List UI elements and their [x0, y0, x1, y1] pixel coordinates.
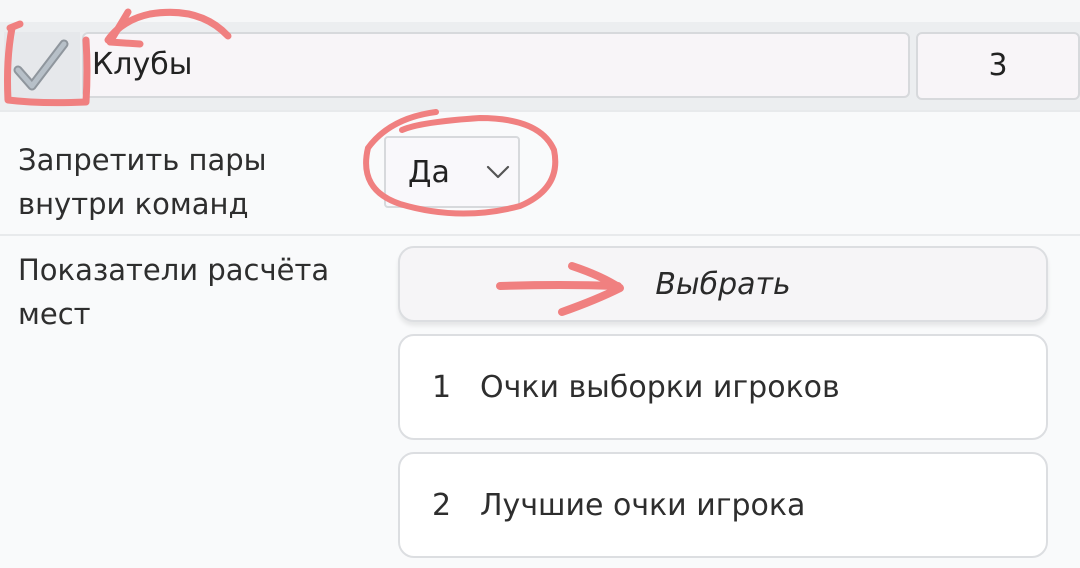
list-item-text: Лучшие очки игрока: [480, 488, 806, 523]
list-item-text: Очки выборки игроков: [480, 370, 840, 405]
clubs-title-field[interactable]: Клубы: [82, 32, 910, 98]
clubs-count-field[interactable]: 3: [916, 32, 1080, 100]
clubs-checkbox[interactable]: [4, 32, 80, 100]
ranking-list-item[interactable]: 1 Очки выборки игроков: [398, 334, 1048, 440]
chevron-down-icon: [486, 165, 510, 179]
list-item-index: 2: [432, 488, 452, 523]
forbid-pairs-label: Запретить пары внутри команд: [18, 143, 267, 221]
list-item-index: 1: [432, 370, 452, 405]
ranking-indicators-label: Показатели расчёта мест: [18, 253, 330, 331]
row-divider: [0, 110, 1080, 112]
ranking-list-item[interactable]: 2 Лучшие очки игрока: [398, 452, 1048, 558]
choose-button[interactable]: Выбрать: [398, 246, 1048, 322]
row-divider: [0, 234, 1080, 236]
settings-panel: Клубы 3 Запретить пары внутри команд Да …: [0, 0, 1080, 568]
checkmark-icon: [13, 39, 69, 91]
forbid-pairs-select-value: Да: [408, 155, 450, 190]
top-band: [0, 0, 1080, 22]
forbid-pairs-select[interactable]: Да: [384, 136, 520, 208]
